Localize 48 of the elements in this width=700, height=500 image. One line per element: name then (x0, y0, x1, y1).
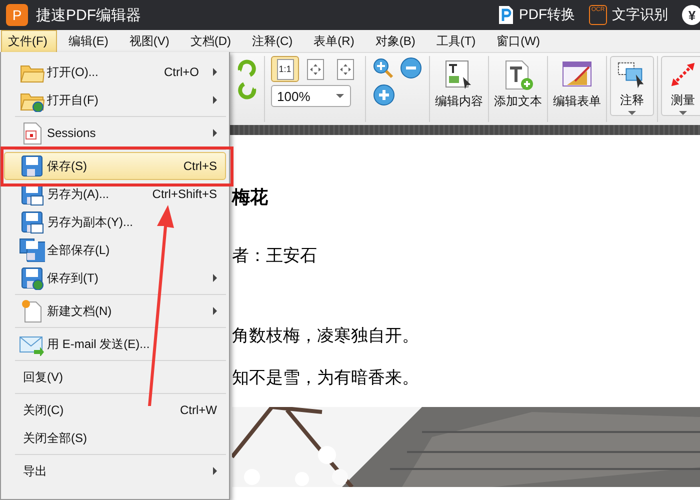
shortcut-text: Ctrl+O (164, 65, 199, 79)
menu-item[interactable]: 关闭(C) Ctrl+W (4, 396, 226, 424)
menu-item[interactable]: 打开(O)... Ctrl+O (4, 58, 226, 86)
plus-icon[interactable] (372, 83, 396, 107)
menu-item[interactable]: Sessions (4, 119, 226, 147)
menu-bar-item[interactable]: 注释(C) (245, 30, 303, 52)
document-heading: 梅花 (232, 186, 269, 210)
menu-bar-item[interactable]: 编辑(E) (61, 30, 118, 52)
shortcut-text: Ctrl+W (180, 403, 217, 417)
menu-item[interactable]: 回复(V) (4, 363, 226, 391)
menu-bar-item[interactable]: 视图(V) (122, 30, 180, 52)
floppy-disks-icon (19, 238, 45, 262)
minus-icon[interactable] (399, 56, 423, 80)
menu-item[interactable]: 导出 (4, 457, 226, 485)
menu-bar-item[interactable]: 文件(F) (1, 30, 58, 52)
menu-item[interactable]: 关闭全部(S) (4, 424, 226, 452)
author-text: 者：王安石 (232, 245, 318, 267)
menu-bar-item[interactable]: 表单(R) (306, 30, 364, 52)
toolbar-button[interactable]: 注释 (610, 56, 654, 116)
fit-page-icon (340, 64, 350, 74)
toolbar-button[interactable]: 添加文本 (492, 56, 544, 116)
shortcut-text: Ctrl+Shift+S (152, 187, 217, 201)
menu-item[interactable]: 打开自(F) (4, 86, 226, 114)
fit-page-icon (310, 64, 320, 74)
toolbar-button[interactable]: 编辑表单 (551, 56, 603, 116)
menu-item[interactable]: 用 E-mail 发送(E)... (4, 330, 226, 358)
menu-bar-item[interactable]: 窗口(W) (490, 30, 550, 52)
app-logo: P (6, 4, 28, 26)
document-icon (498, 5, 514, 25)
menu-bar-item[interactable]: 对象(B) (368, 30, 426, 52)
menu-item[interactable]: 保存(S) Ctrl+S (4, 152, 226, 180)
window-title: 捷速PDF编辑器 (36, 6, 142, 24)
shortcut-text: Ctrl+S (183, 159, 217, 173)
zoom-dropdown[interactable]: 100% (271, 85, 351, 107)
toolbar-button[interactable]: 测量 (661, 56, 700, 116)
menu-bar-item[interactable]: 工具(T) (429, 30, 486, 52)
coin-icon[interactable]: ¥ (682, 5, 700, 25)
poem-line: 知不是雪，为有暗香来。 (232, 367, 420, 390)
toolbar-button[interactable]: 编辑内容 (433, 56, 485, 116)
zoom-in-icon[interactable] (372, 56, 396, 80)
menu-item[interactable]: 另存为副本(Y)... (4, 208, 226, 236)
poem-line: 角数枝梅，凌寒独自开。 (232, 325, 420, 348)
menu-item[interactable]: 另存为(A)... Ctrl+Shift+S (4, 180, 226, 208)
menu-bar-item[interactable]: 文档(D) (183, 30, 241, 52)
page-view-button[interactable]: 1:1 (271, 56, 299, 82)
title-action-button[interactable]: PDF转换 (498, 5, 575, 25)
menu-item[interactable]: 全部保存(L) (4, 236, 226, 264)
floppy-globe-icon (19, 266, 45, 290)
